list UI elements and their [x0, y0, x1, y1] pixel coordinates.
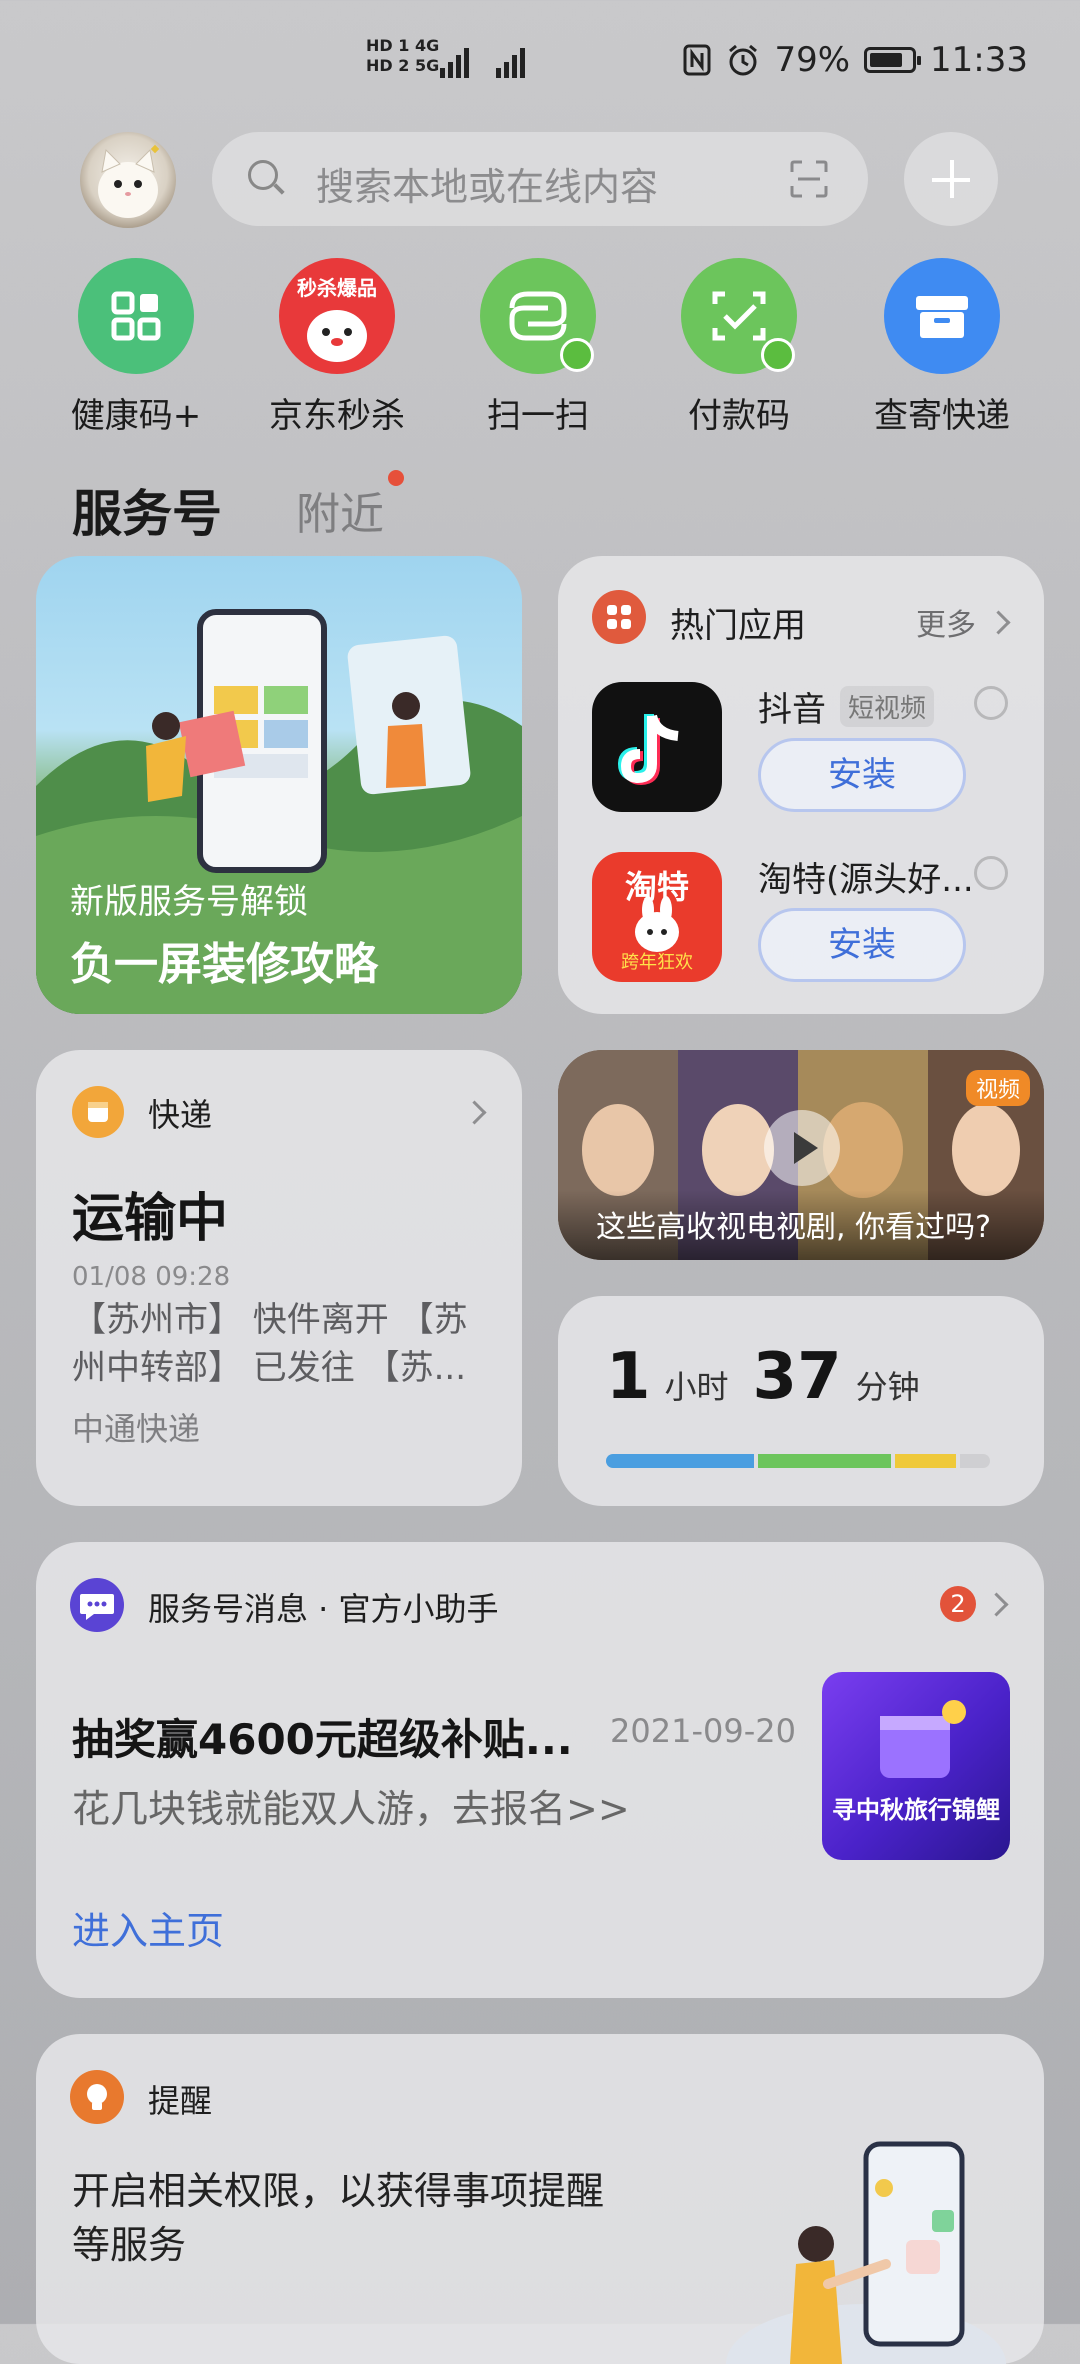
reminder-card[interactable]: 提醒 开启相关权限，以获得事项提醒等服务 — [36, 2034, 1044, 2364]
message-headline: 抽奖赢4600元超级补贴... — [72, 1715, 573, 1764]
shortcut-payment-code[interactable]: 付款码 — [659, 258, 819, 437]
jd-flash-sale-icon: 秒杀爆品 — [279, 258, 395, 374]
screen-time-minutes-unit: 分钟 — [855, 1368, 920, 1406]
wechat-badge-icon — [761, 338, 795, 372]
payment-code-icon — [681, 258, 797, 374]
play-icon[interactable] — [764, 1110, 840, 1186]
scan-icon[interactable] — [790, 160, 828, 198]
reminder-title: 提醒 — [148, 2082, 213, 2120]
install-button[interactable]: 安装 — [758, 908, 966, 982]
more-link[interactable]: 更多 — [916, 600, 1011, 644]
message-source: 服务号消息 · 官方小助手 — [148, 1590, 499, 1628]
video-badge: 视频 — [965, 1070, 1030, 1106]
app-name: 淘特(源头好... — [758, 860, 974, 900]
shortcut-label: 付款码 — [688, 396, 790, 436]
app-tag: 短视频 — [840, 686, 935, 727]
express-company: 中通快递 — [72, 1410, 201, 1448]
banner-subtitle: 新版服务号解锁 — [70, 882, 308, 922]
tab-nearby[interactable]: 附近 — [296, 478, 384, 542]
shortcut-health-code[interactable]: 健康码+ — [56, 258, 216, 437]
usage-segment — [758, 1454, 892, 1468]
add-button[interactable] — [904, 132, 998, 226]
message-subtitle: 花几块钱就能双人游，去报名>> — [72, 1787, 630, 1831]
thumbnail-text: 寻中秋旅行锦鲤 — [832, 1796, 1000, 1824]
health-code-icon — [78, 258, 194, 374]
signal-icon — [440, 48, 525, 78]
package-icon — [884, 258, 1000, 374]
banner-title: 负一屏装修攻略 — [70, 939, 378, 990]
screen-time-minutes: 37 — [752, 1340, 842, 1414]
reminder-illustration — [726, 2141, 1006, 2364]
install-button[interactable]: 安装 — [758, 738, 966, 812]
battery-icon — [864, 47, 922, 73]
express-status: 运输中 — [72, 1189, 229, 1249]
shortcut-express-query[interactable]: 查寄快递 — [862, 258, 1022, 437]
apps-grid-icon — [592, 590, 646, 644]
service-message-card[interactable]: 服务号消息 · 官方小助手 2 抽奖赢4600元超级补贴... 2021-09-… — [36, 1542, 1044, 1998]
usage-bar — [606, 1454, 998, 1468]
promo-banner[interactable]: 新版服务号解锁 负一屏装修攻略 — [36, 556, 522, 1014]
express-title: 快递 — [148, 1096, 213, 1134]
download-icon — [974, 686, 1008, 720]
app-name: 抖音 — [758, 690, 826, 730]
douyin-app-icon[interactable] — [592, 682, 722, 812]
avatar-cat-icon — [98, 144, 160, 218]
unread-count-badge: 2 — [940, 1586, 976, 1622]
shortcut-scan[interactable]: 扫一扫 — [458, 258, 618, 437]
message-icon — [70, 1578, 124, 1632]
wechat-badge-icon — [560, 338, 594, 372]
video-card[interactable]: 视频 这些高收视电视剧, 你看过吗? — [558, 1050, 1044, 1260]
sim2-label: HD 2 5G — [366, 56, 440, 75]
avatar[interactable] — [80, 132, 176, 228]
alarm-icon — [729, 44, 758, 76]
screen-time-hours-unit: 小时 — [664, 1368, 729, 1406]
shortcut-label: 查寄快递 — [874, 396, 1010, 436]
search-icon — [248, 160, 278, 190]
express-time: 01/08 09:28 — [72, 1262, 231, 1292]
scan-shortcut-icon — [480, 258, 596, 374]
screen-time-hours: 1 — [606, 1340, 651, 1414]
shortcut-label: 健康码+ — [70, 396, 202, 436]
express-detail: 【苏州市】 快件离开 【苏州中转部】 已发往 【苏... — [72, 1300, 468, 1388]
chevron-right-icon — [986, 609, 1011, 635]
clock: 11:33 — [930, 40, 1028, 80]
hot-apps-title: 热门应用 — [670, 606, 806, 646]
express-card[interactable]: 快递 运输中 01/08 09:28 【苏州市】 快件离开 【苏州中转部】 已发… — [36, 1050, 522, 1506]
taote-icon-subtext: 跨年狂欢 — [621, 952, 693, 973]
screen-time-card[interactable]: 1 小时 37 分钟 — [558, 1296, 1044, 1506]
status-right: 79% 11:33 — [682, 40, 1028, 80]
message-date: 2021-09-20 — [610, 1712, 796, 1750]
usage-segment — [606, 1454, 755, 1468]
taote-app-icon[interactable]: 淘特 跨年狂欢 — [592, 852, 722, 982]
shortcut-label: 扫一扫 — [487, 396, 589, 436]
shortcut-jd-flash-sale[interactable]: 秒杀爆品 京东秒杀 — [257, 258, 417, 437]
video-title: 这些高收视电视剧, 你看过吗? — [596, 1210, 991, 1245]
download-icon — [974, 856, 1008, 890]
nearby-notification-dot — [388, 470, 404, 486]
usage-segment — [895, 1454, 956, 1468]
express-icon — [72, 1086, 124, 1138]
shortcut-label: 京东秒杀 — [269, 396, 405, 436]
status-bar: HD 1 4G HD 2 5G 79% 11:33 — [0, 0, 1080, 120]
sim1-label: HD 1 4G — [366, 36, 440, 55]
search-placeholder: 搜索本地或在线内容 — [316, 165, 659, 209]
network-indicator: HD 1 4G HD 2 5G — [366, 36, 439, 76]
search-bar[interactable]: 搜索本地或在线内容 — [212, 132, 868, 226]
enter-homepage-link[interactable]: 进入主页 — [72, 1900, 224, 1955]
more-label: 更多 — [916, 608, 976, 643]
reminder-text: 开启相关权限，以获得事项提醒等服务 — [72, 2169, 605, 2267]
lightbulb-icon — [70, 2070, 124, 2124]
tab-service[interactable]: 服务号 — [72, 474, 222, 546]
usage-segment — [960, 1454, 991, 1468]
hot-apps-card: 热门应用 更多 抖音 短视频 安装 淘特 跨年狂欢 淘特(源头好... 安装 — [558, 556, 1044, 1014]
nfc-icon — [683, 44, 711, 76]
chevron-right-icon — [984, 1592, 1009, 1617]
chevron-right-icon — [462, 1100, 487, 1125]
battery-percent: 79% — [774, 40, 851, 80]
message-thumbnail: 寻中秋旅行锦鲤 — [822, 1672, 1010, 1860]
